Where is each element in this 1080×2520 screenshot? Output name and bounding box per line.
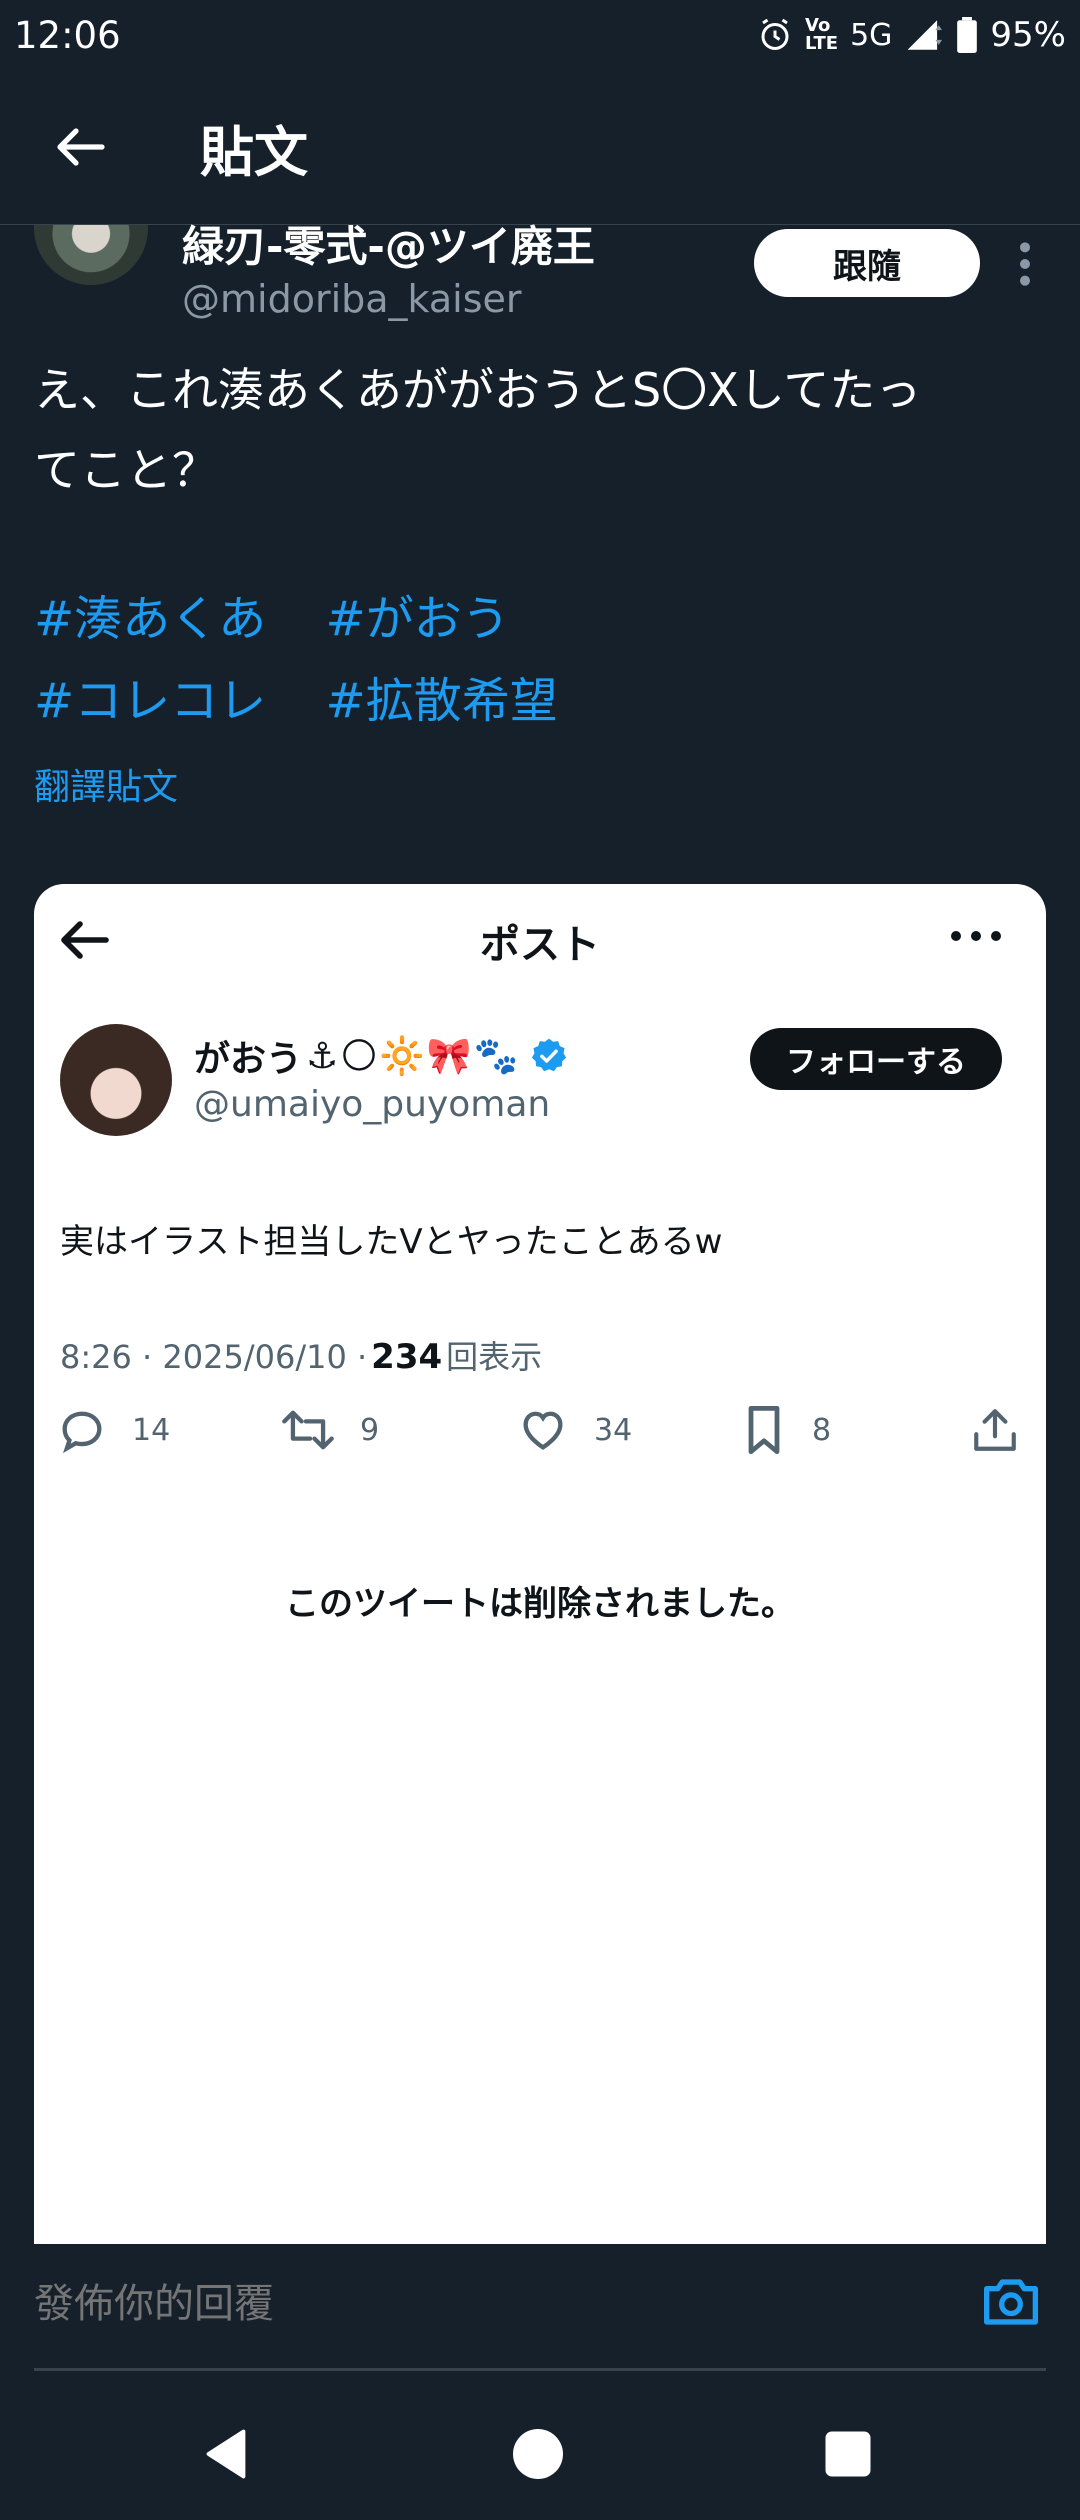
post-detail-screen: 12:06 Vo LTE 5G 95% 貼文 緑刃-零式-@ツイ廃王 @mido… (0, 0, 1080, 2520)
bookmark-icon (748, 1405, 780, 1455)
top-bar: 貼文 (0, 70, 1080, 225)
deleted-notice: このツイートは削除されました。 (285, 1584, 795, 1624)
embed-name: がおう (194, 1039, 303, 1080)
embed-repost-action: 9 (280, 1404, 379, 1456)
camera-icon[interactable] (980, 2274, 1042, 2330)
reply-underline (34, 2368, 1046, 2371)
avatar-image (34, 225, 148, 285)
repost-count: 9 (360, 1412, 380, 1448)
hashtags: #湊あくあ #がおう #コレコレ #拡散希望 (34, 578, 1044, 742)
embed-name-emojis: ⚓🌕🔆🎀🐾 (306, 1036, 521, 1077)
network-type: 5G (850, 17, 893, 53)
arrow-left-icon (57, 128, 105, 166)
more-vertical-icon[interactable] (1010, 239, 1040, 289)
embed-text: 実はイラスト担当したVとヤったことあるw (60, 1222, 723, 1262)
author-row: 緑刃-零式-@ツイ廃王 @midoriba_kaiser 跟隨 (0, 225, 1080, 325)
heart-icon (523, 1411, 563, 1450)
embed-actions: 14 9 34 8 (34, 1404, 1046, 1484)
hashtag-link[interactable]: #湊あくあ (34, 578, 266, 660)
embed-bookmark-action: 8 (740, 1404, 831, 1456)
embed-meta: 8:26 · 2025/06/10 · 234 回表示 (60, 1332, 542, 1378)
embed-avatar (60, 1024, 172, 1136)
reply-count: 14 (132, 1412, 171, 1448)
alarm-icon (761, 18, 789, 50)
embed-follow-button: フォローする (750, 1028, 1002, 1090)
embed-reply-action: 14 (56, 1404, 170, 1456)
embed-title: ポスト (480, 922, 600, 968)
verified-badge-icon (532, 1038, 567, 1072)
author-name[interactable]: 緑刃-零式-@ツイ廃王 (182, 225, 595, 269)
follow-button[interactable]: 跟隨 (754, 229, 980, 297)
reply-icon (62, 1411, 102, 1454)
hashtag-row: #湊あくあ #がおう (34, 578, 1044, 660)
signal-icon (908, 20, 943, 50)
embed-handle: @umaiyo_puyoman (194, 1084, 551, 1125)
embed-like-action: 34 (516, 1404, 632, 1456)
bookmark-count: 8 (812, 1412, 832, 1448)
embed-header: ポスト (34, 884, 1046, 994)
repost-icon (282, 1410, 334, 1450)
translate-post-link[interactable]: 翻譯貼文 (34, 758, 178, 810)
share-icon (974, 1409, 1016, 1451)
volte-indicator: Vo LTE (805, 15, 839, 54)
nav-home-icon[interactable] (508, 2424, 568, 2484)
page-title: 貼文 (200, 120, 308, 184)
battery-icon (957, 17, 978, 53)
status-time: 12:06 (14, 13, 121, 57)
author-avatar[interactable] (34, 225, 148, 285)
embed-name-row: がおう ⚓🌕🔆🎀🐾 (194, 1030, 568, 1082)
status-bar: 12:06 Vo LTE 5G 95% (0, 0, 1080, 70)
hashtag-link[interactable]: #コレコレ (34, 660, 266, 742)
system-nav-bar (0, 2388, 1080, 2520)
embed-share-action (970, 1404, 1020, 1456)
author-handle[interactable]: @midoriba_kaiser (182, 277, 522, 321)
battery-percent: 95% (990, 15, 1066, 55)
embed-views-count: 234 (371, 1337, 443, 1377)
reply-input[interactable] (34, 2274, 914, 2334)
status-icons: Vo LTE 5G 95% (757, 15, 1066, 55)
hashtag-row: #コレコレ #拡散希望 (34, 660, 1044, 742)
post-text-line: え、これ湊あくあががおうとS〇Xしてたっ (34, 363, 922, 417)
attached-image[interactable]: ポスト がおう ⚓🌕🔆🎀🐾 @umaiyo_puyoman フォローする 実はイ… (34, 884, 1046, 2244)
nav-recents-icon[interactable] (818, 2424, 878, 2484)
hashtag-link[interactable]: #がおう (326, 578, 510, 660)
embed-timestamp: 8:26 · 2025/06/10 · (60, 1338, 368, 1376)
more-horizontal-icon (951, 931, 1001, 941)
reply-bar (0, 2244, 1080, 2371)
like-count: 34 (594, 1412, 633, 1448)
back-button[interactable] (40, 107, 120, 187)
post-text: え、これ湊あくあががおうとS〇Xしてたっ てこと？ (34, 350, 1044, 510)
post-text-line: てこと？ (34, 443, 218, 497)
embed-views-label: 回表示 (446, 1338, 543, 1376)
hashtag-link[interactable]: #拡散希望 (326, 660, 558, 742)
nav-back-icon[interactable] (196, 2424, 256, 2484)
